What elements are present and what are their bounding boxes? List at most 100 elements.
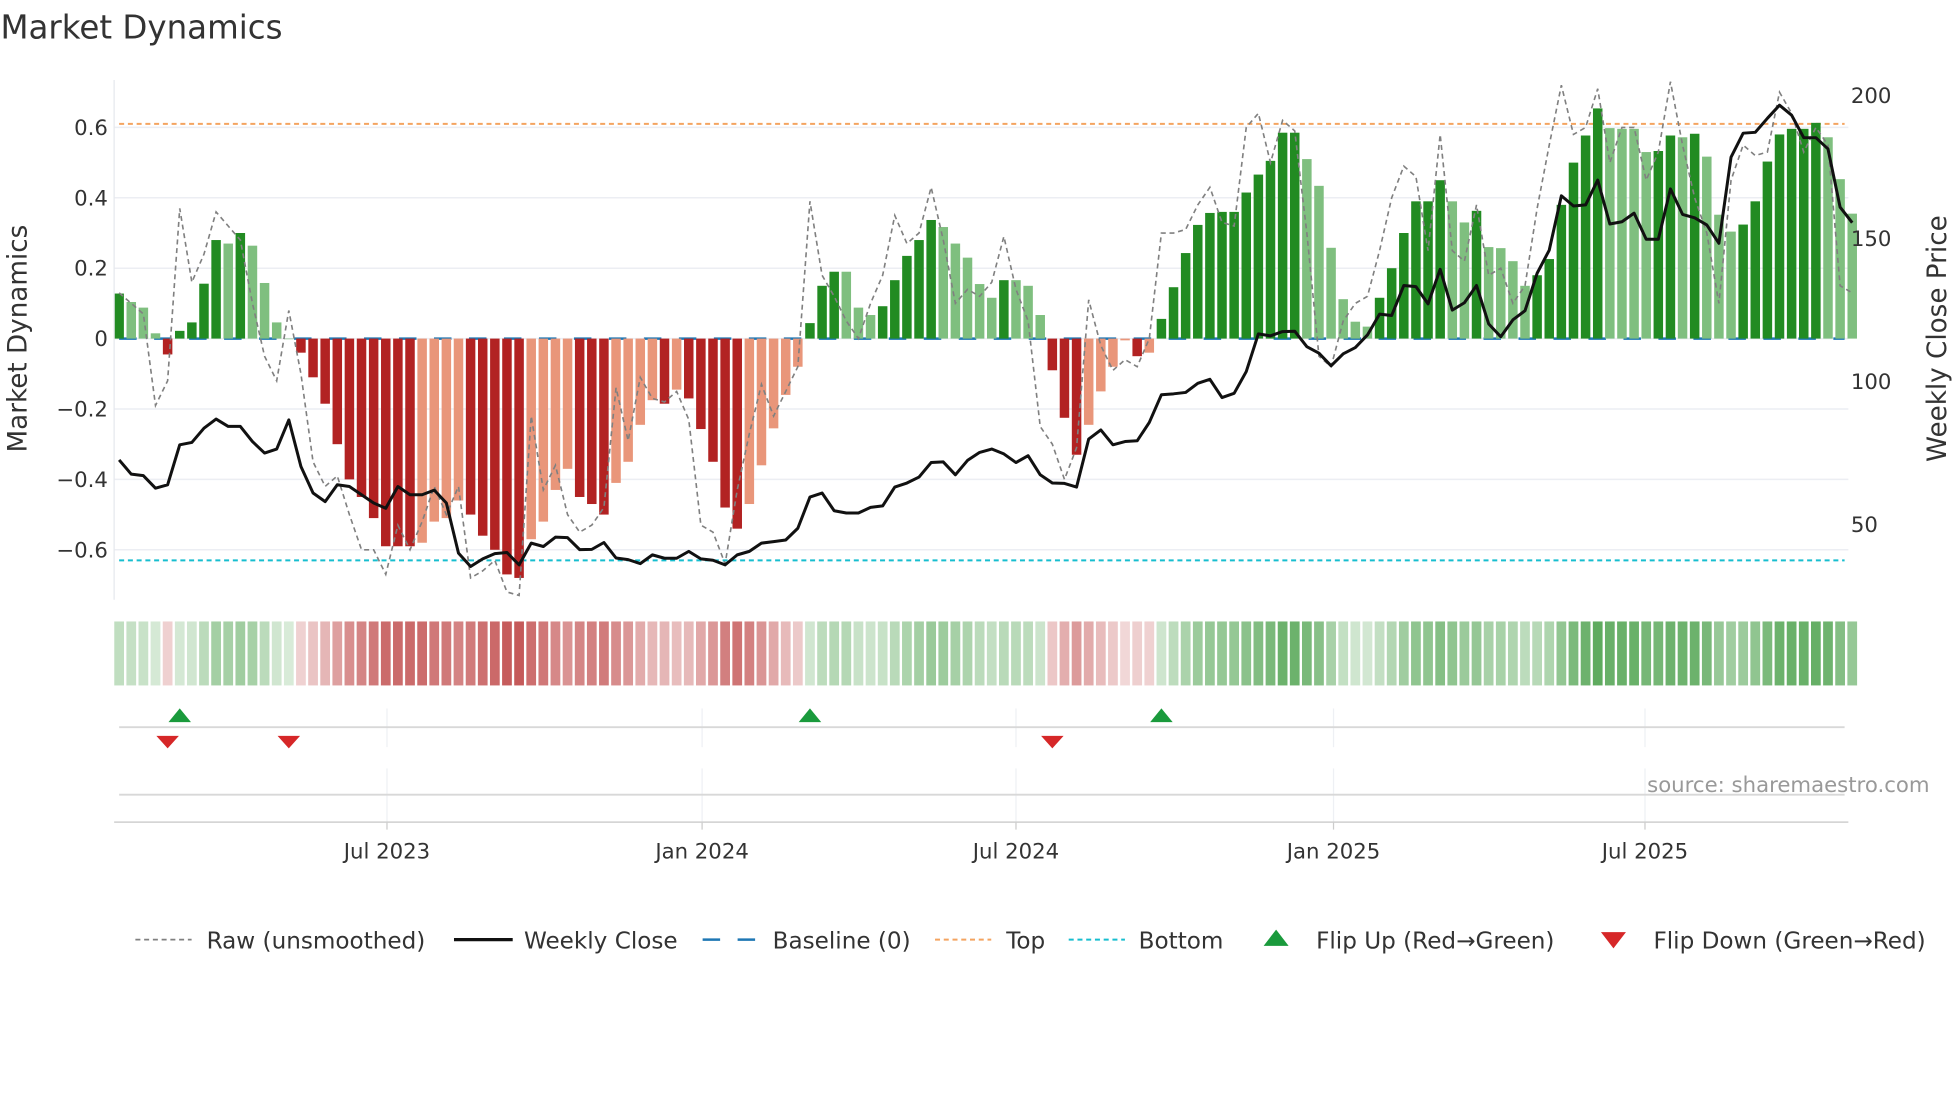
- dynamics-bar: [1241, 192, 1252, 339]
- ribbon-cell: [682, 620, 695, 687]
- chart-title: Market Dynamics: [0, 9, 282, 47]
- ribbon-cell: [1555, 620, 1568, 687]
- ribbon-cell: [888, 620, 901, 687]
- ribbon-cell: [1434, 620, 1447, 687]
- ribbon-cell: [973, 620, 986, 687]
- ribbon-cell: [1640, 620, 1653, 687]
- dynamics-bar: [1653, 150, 1664, 339]
- dynamics-bar: [381, 338, 391, 547]
- y2-axis-label: Weekly Close Price: [1923, 215, 1953, 462]
- ribbon-cell: [367, 620, 380, 687]
- dynamics-bar: [368, 338, 379, 519]
- ribbon-cell: [719, 620, 731, 687]
- bars: [114, 108, 1857, 578]
- ribbon-cell: [210, 620, 222, 687]
- x-tick-label: Jan 2024: [653, 839, 749, 864]
- dynamics-bar: [465, 338, 476, 515]
- dynamics-bar: [477, 338, 488, 536]
- y2-tick-label: 100: [1851, 370, 1892, 395]
- y2-tick-label: 150: [1851, 227, 1892, 252]
- regime-ribbon: [113, 620, 1859, 687]
- ribbon-cell: [1725, 620, 1737, 687]
- ribbon-cell: [1846, 620, 1859, 687]
- ribbon-cell: [331, 620, 344, 687]
- ribbon-cell: [307, 620, 319, 687]
- dynamics-bar: [684, 338, 694, 399]
- ribbon-cell: [949, 620, 962, 687]
- y-tick-label: −0.6: [56, 538, 108, 563]
- dynamics-bar: [1702, 156, 1712, 339]
- dynamics-bar: [1580, 135, 1591, 339]
- ribbon-cell: [355, 620, 368, 687]
- ribbon-cell: [1397, 620, 1410, 687]
- ribbon-cell: [1228, 620, 1241, 687]
- legend-label: Flip Down (Green→Red): [1653, 928, 1925, 954]
- ribbon-cell: [319, 620, 332, 687]
- ribbon-cell: [1058, 620, 1071, 687]
- ribbon-cell: [864, 620, 877, 687]
- dynamics-bar: [1629, 128, 1639, 339]
- dynamics-bar: [187, 322, 197, 339]
- dynamics-bar: [865, 315, 876, 339]
- dynamics-bar: [223, 243, 233, 339]
- dynamics-bar: [902, 255, 912, 339]
- dynamics-bar: [1193, 224, 1203, 339]
- y-tick-label: 0.6: [74, 116, 108, 141]
- ribbon-cell: [1179, 620, 1192, 687]
- dynamics-bar: [720, 338, 730, 508]
- ribbon-cell: [804, 620, 816, 687]
- dynamics-bar: [1083, 338, 1094, 425]
- dynamics-bar: [1617, 128, 1627, 339]
- dynamics-bar: [1677, 137, 1688, 339]
- ribbon-cell: [513, 620, 525, 687]
- ribbon-cell: [1325, 620, 1337, 687]
- ribbon-cell: [1785, 620, 1798, 687]
- ribbon-cell: [1288, 620, 1301, 687]
- ribbon-cell: [1422, 620, 1434, 687]
- dynamics-bar: [780, 338, 791, 395]
- ribbon-cell: [925, 620, 938, 687]
- ribbon-cell: [1458, 620, 1471, 687]
- dynamics-bar: [296, 338, 306, 353]
- dynamics-bar: [1750, 201, 1761, 339]
- legend-flip-down-icon: [1600, 932, 1626, 949]
- ribbon-cell: [985, 620, 998, 687]
- ribbon-cell: [1337, 620, 1350, 687]
- ribbon-cell: [1410, 620, 1422, 687]
- ribbon-cell: [295, 620, 307, 687]
- ribbon-cell: [1131, 620, 1144, 687]
- y-axis-label: Market Dynamics: [4, 225, 34, 453]
- ribbon-cell: [731, 620, 744, 687]
- dynamics-bar: [211, 240, 221, 339]
- ribbon-cell: [1313, 620, 1325, 687]
- dynamics-bar: [271, 322, 282, 339]
- y-tick-label: −0.4: [56, 468, 108, 493]
- ribbon-cell: [1010, 620, 1022, 687]
- dynamics-bar: [550, 338, 561, 490]
- ribbon-cell: [1797, 620, 1810, 687]
- ribbon-cell: [1361, 620, 1374, 687]
- ribbon-cell: [185, 620, 198, 687]
- ribbon-cell: [961, 620, 974, 687]
- dynamics-bar: [126, 301, 137, 339]
- dynamics-bar: [1132, 338, 1142, 357]
- ribbon-cell: [1507, 620, 1519, 687]
- ribbon-cell: [1688, 620, 1701, 687]
- ribbon-cell: [488, 620, 501, 687]
- ribbon-cell: [1531, 620, 1543, 687]
- ribbon-cell: [852, 620, 865, 687]
- ribbon-cell: [246, 620, 259, 687]
- dynamics-bar: [647, 338, 658, 401]
- ribbon-cell: [1143, 620, 1156, 687]
- dynamics-bar: [950, 243, 961, 339]
- ribbon-cell: [1264, 620, 1277, 687]
- ribbon-cell: [1664, 620, 1677, 687]
- ribbon-cell: [282, 620, 295, 687]
- dynamics-bar: [1762, 161, 1773, 339]
- source-note: source: sharemaestro.com: [1647, 773, 1929, 798]
- dynamics-bar: [986, 297, 997, 339]
- ribbon-cell: [270, 620, 283, 687]
- dynamics-bar: [162, 338, 173, 355]
- ribbon-cell: [816, 620, 828, 687]
- dynamics-bar: [1314, 185, 1324, 339]
